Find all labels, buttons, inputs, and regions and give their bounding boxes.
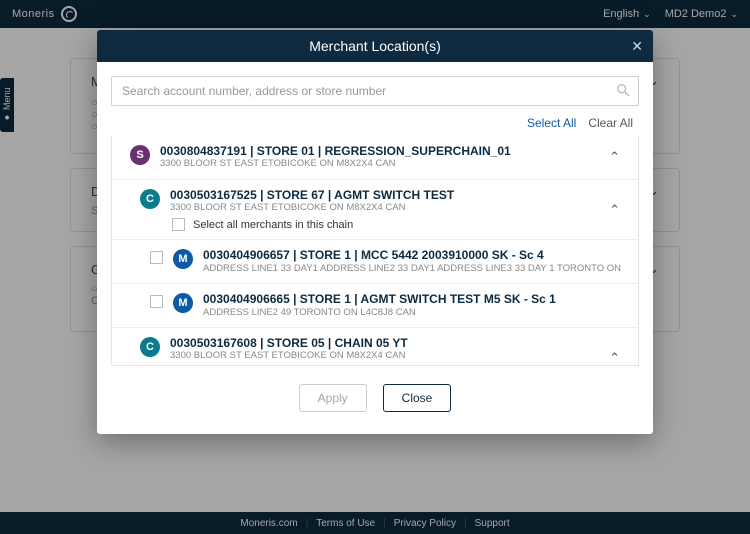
modal-footer: Apply Close [97,366,653,434]
bulk-actions: Select All Clear All [111,106,639,136]
select-all-link[interactable]: Select All [527,116,576,130]
locations-list: S 0030804837191 | STORE 01 | REGRESSION_… [111,136,639,366]
collapse-icon[interactable]: ⌃ [605,350,624,365]
row-sub: 3300 BLOOR ST EAST ETOBICOKE ON M8X2X4 C… [170,350,595,362]
collapse-icon[interactable]: ⌃ [605,149,624,165]
modal-title: Merchant Location(s) [309,38,441,54]
row-sub: ADDRESS LINE2 49 TORONTO ON L4C8J8 CAN [203,307,624,319]
search-row [111,76,639,106]
badge-c-icon: C [140,337,160,357]
badge-m-icon: M [173,249,193,269]
modal-header: Merchant Location(s) ✕ [97,30,653,62]
merchant-checkbox[interactable] [150,295,163,308]
badge-m-icon: M [173,293,193,313]
row-title: 0030404906665 | STORE 1 | AGMT SWITCH TE… [203,292,624,306]
merchant-locations-modal: Merchant Location(s) ✕ Select All Clear … [97,30,653,434]
row-title: 0030804837191 | STORE 01 | REGRESSION_SU… [160,144,595,158]
row-sub: 3300 BLOOR ST EAST ETOBICOKE ON M8X2X4 C… [170,202,595,214]
select-chain-label: Select all merchants in this chain [193,219,353,231]
locations-scroll[interactable]: S 0030804837191 | STORE 01 | REGRESSION_… [112,136,638,365]
select-chain-checkbox[interactable] [172,218,185,231]
row-title: 0030503167525 | STORE 67 | AGMT SWITCH T… [170,188,595,202]
close-button[interactable]: Close [383,384,452,412]
merchant-checkbox[interactable] [150,251,163,264]
search-icon[interactable] [615,82,631,103]
row-sub: 3300 BLOOR ST EAST ETOBICOKE ON M8X2X4 C… [160,158,595,170]
search-input[interactable] [111,76,639,106]
collapse-icon[interactable]: ⌃ [605,202,624,218]
list-item-superchain[interactable]: S 0030804837191 | STORE 01 | REGRESSION_… [112,136,638,180]
badge-s-icon: S [130,145,150,165]
row-title: 0030404906657 | STORE 1 | MCC 5442 20039… [203,248,624,262]
close-icon[interactable]: ✕ [631,38,643,55]
modal-body: Select All Clear All S 0030804837191 | S… [97,62,653,366]
list-item-merchant[interactable]: M 0030404906657 | STORE 1 | MCC 5442 200… [112,240,638,284]
modal-overlay: Merchant Location(s) ✕ Select All Clear … [0,0,750,534]
list-item-chain[interactable]: C 0030503167608 | STORE 05 | CHAIN 05 YT… [112,328,638,365]
list-item-merchant[interactable]: M 0030404906665 | STORE 1 | AGMT SWITCH … [112,284,638,328]
list-item-chain[interactable]: C 0030503167525 | STORE 67 | AGMT SWITCH… [112,180,638,241]
apply-button[interactable]: Apply [299,384,367,412]
row-title: 0030503167608 | STORE 05 | CHAIN 05 YT [170,336,595,350]
row-sub: ADDRESS LINE1 33 DAY1 ADDRESS LINE2 33 D… [203,263,624,275]
clear-all-link[interactable]: Clear All [588,116,633,130]
badge-c-icon: C [140,189,160,209]
